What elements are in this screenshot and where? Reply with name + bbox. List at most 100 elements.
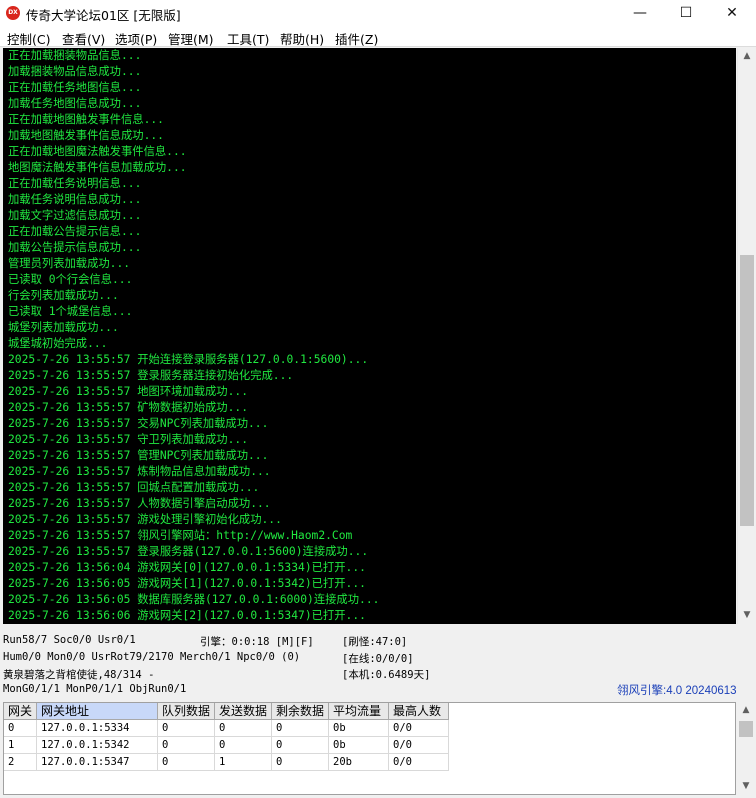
log-line: 已读取 1个城堡信息... <box>8 305 133 318</box>
table-cell: 0 <box>158 754 215 771</box>
log-line: 2025-7-26 13:56:06 游戏网关[2](127.0.0.1:534… <box>8 609 366 622</box>
log-line: 正在加载任务说明信息... <box>8 177 142 190</box>
log-line: 正在加载地图触发事件信息... <box>8 113 164 126</box>
status-refresh: [刷怪:47:0] <box>342 636 408 648</box>
log-line: 2025-7-26 13:56:05 数据库服务器(127.0.0.1:6000… <box>8 593 380 606</box>
table-cell: 20b <box>329 754 389 771</box>
log-line: 正在加载捆装物品信息... <box>8 49 142 62</box>
menu-tools[interactable]: 工具(T) <box>227 29 269 48</box>
log-line: 2025-7-26 13:55:57 回城点配置加载成功... <box>8 481 260 494</box>
log-line: 2025-7-26 13:55:57 开始连接登录服务器(127.0.0.1:5… <box>8 353 369 366</box>
table-cell: 0 <box>272 737 329 754</box>
table-cell: 127.0.0.1:5347 <box>37 754 158 771</box>
log-line: 加载捆装物品信息成功... <box>8 65 142 78</box>
minimize-button[interactable]: — <box>617 0 663 27</box>
table-cell: 0/0 <box>389 754 449 771</box>
title-bar: DX 传奇大学论坛01区 [无限版] — ☐ ✕ <box>0 0 756 27</box>
window-title: 传奇大学论坛01区 [无限版] <box>26 8 181 23</box>
menu-manage[interactable]: 管理(M) <box>168 29 214 48</box>
log-line: 2025-7-26 13:55:57 守卫列表加载成功... <box>8 433 249 446</box>
table-scrollbar-thumb[interactable] <box>739 721 753 737</box>
table-cell: 0 <box>158 737 215 754</box>
log-line: 2025-7-26 13:55:57 交易NPC列表加载成功... <box>8 417 269 430</box>
log-line: 已读取 0个行会信息... <box>8 273 133 286</box>
menu-control[interactable]: 控制(C) <box>7 29 50 48</box>
scroll-down-icon[interactable]: ▼ <box>738 607 756 624</box>
status-engine: 引擎：0:0:18 [M][F] <box>200 636 314 648</box>
log-line: 正在加载地图魔法触发事件信息... <box>8 145 187 158</box>
status-online: [在线:0/0/0] <box>342 653 414 665</box>
log-line: 管理员列表加载成功... <box>8 257 131 270</box>
table-cell: 0 <box>215 737 272 754</box>
log-line: 2025-7-26 13:56:05 游戏网关[1](127.0.0.1:534… <box>8 577 366 590</box>
log-line: 城堡列表加载成功... <box>8 321 119 334</box>
column-header[interactable]: 网关 <box>4 703 37 720</box>
column-header[interactable]: 最高人数 <box>389 703 449 720</box>
log-line: 2025-7-26 13:55:57 登录服务器连接初始化完成... <box>8 369 294 382</box>
table-row[interactable]: 0 127.0.0.1:5334 0 0 0 0b 0/0 <box>4 720 464 737</box>
status-local: [本机:0.6489天] <box>342 669 431 681</box>
status-run: Run58/7 Soc0/0 Usr0/1 <box>3 634 136 646</box>
table-scroll-up-icon[interactable]: ▲ <box>737 702 755 719</box>
table-row[interactable]: 2 127.0.0.1:5347 0 1 0 20b 0/0 <box>4 754 464 771</box>
console-scrollbar[interactable]: ▲ ▼ <box>737 48 755 624</box>
table-scroll-down-icon[interactable]: ▼ <box>737 778 755 795</box>
column-header[interactable]: 发送数据 <box>215 703 272 720</box>
table-cell: 0b <box>329 720 389 737</box>
log-line: 行会列表加载成功... <box>8 289 119 302</box>
table-cell: 0b <box>329 737 389 754</box>
log-line: 2025-7-26 13:55:57 管理NPC列表加载成功... <box>8 449 269 462</box>
table-cell: 1 <box>215 754 272 771</box>
table-cell: 127.0.0.1:5334 <box>37 720 158 737</box>
status-mon-group: MonG0/1/1 MonP0/1/1 ObjRun0/1 <box>3 683 187 695</box>
log-line: 加载任务地图信息成功... <box>8 97 142 110</box>
table-cell: 0 <box>158 720 215 737</box>
table-cell: 0/0 <box>389 737 449 754</box>
log-line: 2025-7-26 13:55:57 矿物数据初始成功... <box>8 401 249 414</box>
log-line: 正在加载公告提示信息... <box>8 225 142 238</box>
menu-view[interactable]: 查看(V) <box>62 29 105 48</box>
log-line: 2025-7-26 13:55:57 翎风引擎网站：http://www.Hao… <box>8 529 353 542</box>
table-cell: 0/0 <box>389 720 449 737</box>
log-line: 正在加载任务地图信息... <box>8 81 142 94</box>
status-monster: 黄泉碧落之背棺使徒,48/314 - <box>3 669 155 681</box>
log-line: 2025-7-26 13:55:57 人物数据引擎启动成功... <box>8 497 271 510</box>
status-panel: Run58/7 Soc0/0 Usr0/1 引擎：0:0:18 [M][F] [… <box>0 628 756 700</box>
log-line: 加载任务说明信息成功... <box>8 193 142 206</box>
maximize-button[interactable]: ☐ <box>663 0 709 27</box>
table-cell: 0 <box>272 754 329 771</box>
log-line: 2025-7-26 13:55:57 登录服务器(127.0.0.1:5600)… <box>8 545 369 558</box>
table-cell: 2 <box>4 754 37 771</box>
app-logo-icon[interactable]: DX <box>6 6 20 20</box>
table-header-row[interactable]: 网关 网关地址 队列数据 发送数据 剩余数据 平均流量 最高人数 <box>4 703 464 720</box>
table-scrollbar[interactable]: ▲ ▼ <box>737 702 755 795</box>
gate-table[interactable]: 网关 网关地址 队列数据 发送数据 剩余数据 平均流量 最高人数 0 127.0.0.1:533… <box>3 702 736 795</box>
close-button[interactable]: ✕ <box>709 0 755 27</box>
log-console[interactable]: 正在加载捆装物品信息... 加载捆装物品信息成功... 正在加载任务地图信息... 加… <box>3 48 736 624</box>
log-line: 加载文字过滤信息成功... <box>8 209 142 222</box>
scroll-up-icon[interactable]: ▲ <box>738 48 756 65</box>
column-header[interactable]: 网关地址 <box>37 703 158 720</box>
engine-version: 翎风引擎:4.0 20240613 <box>617 685 737 697</box>
column-header[interactable]: 队列数据 <box>158 703 215 720</box>
menu-options[interactable]: 选项(P) <box>115 29 157 48</box>
log-line: 2025-7-26 13:55:57 地图环境加载成功... <box>8 385 249 398</box>
table-cell: 0 <box>272 720 329 737</box>
menu-bar: 控制(C) 查看(V) 选项(P) 管理(M) 工具(T) 帮助(H) 插件(Z… <box>0 27 756 47</box>
menu-plugins[interactable]: 插件(Z) <box>335 29 378 48</box>
table-cell: 1 <box>4 737 37 754</box>
log-line: 加载公告提示信息成功... <box>8 241 142 254</box>
table-cell: 0 <box>215 720 272 737</box>
scrollbar-thumb[interactable] <box>740 255 754 526</box>
column-header[interactable]: 平均流量 <box>329 703 389 720</box>
log-line: 加载地图触发事件信息成功... <box>8 129 164 142</box>
column-header[interactable]: 剩余数据 <box>272 703 329 720</box>
table-cell: 0 <box>4 720 37 737</box>
log-line: 2025-7-26 13:55:57 游戏处理引擎初始化成功... <box>8 513 282 526</box>
status-hum: Hum0/0 Mon0/0 UsrRot79/2170 Merch0/1 Npc… <box>3 651 301 663</box>
log-line: 2025-7-26 13:55:57 炼制物品信息加载成功... <box>8 465 271 478</box>
log-line: 2025-7-26 13:56:04 游戏网关[0](127.0.0.1:533… <box>8 561 366 574</box>
table-row[interactable]: 1 127.0.0.1:5342 0 0 0 0b 0/0 <box>4 737 464 754</box>
menu-help[interactable]: 帮助(H) <box>280 29 324 48</box>
log-line: 城堡城初始完成... <box>8 337 108 350</box>
